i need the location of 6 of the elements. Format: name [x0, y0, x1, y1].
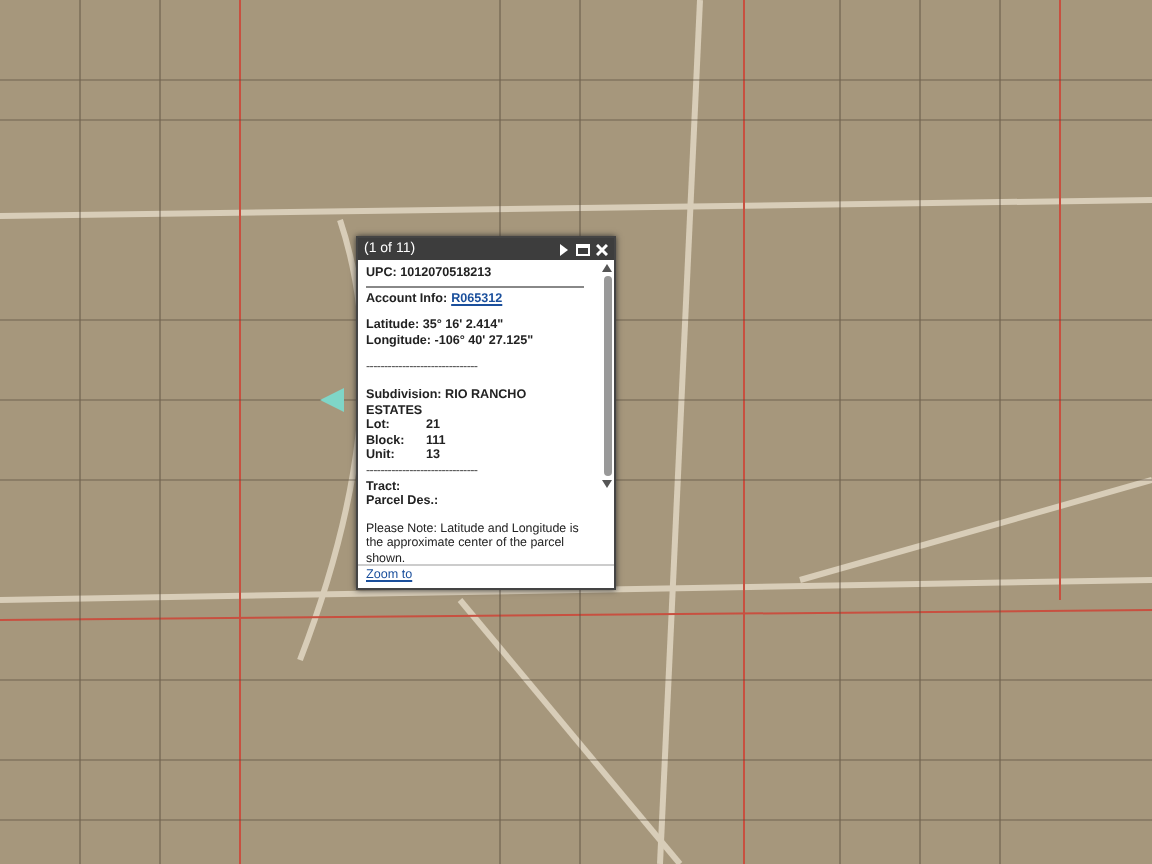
scroll-down-icon[interactable]	[602, 480, 612, 488]
close-icon[interactable]	[596, 243, 608, 255]
scroll-up-icon[interactable]	[602, 264, 612, 272]
maximize-icon[interactable]	[576, 243, 590, 255]
scrollbar-thumb[interactable]	[603, 276, 611, 476]
next-icon[interactable]	[558, 243, 570, 255]
